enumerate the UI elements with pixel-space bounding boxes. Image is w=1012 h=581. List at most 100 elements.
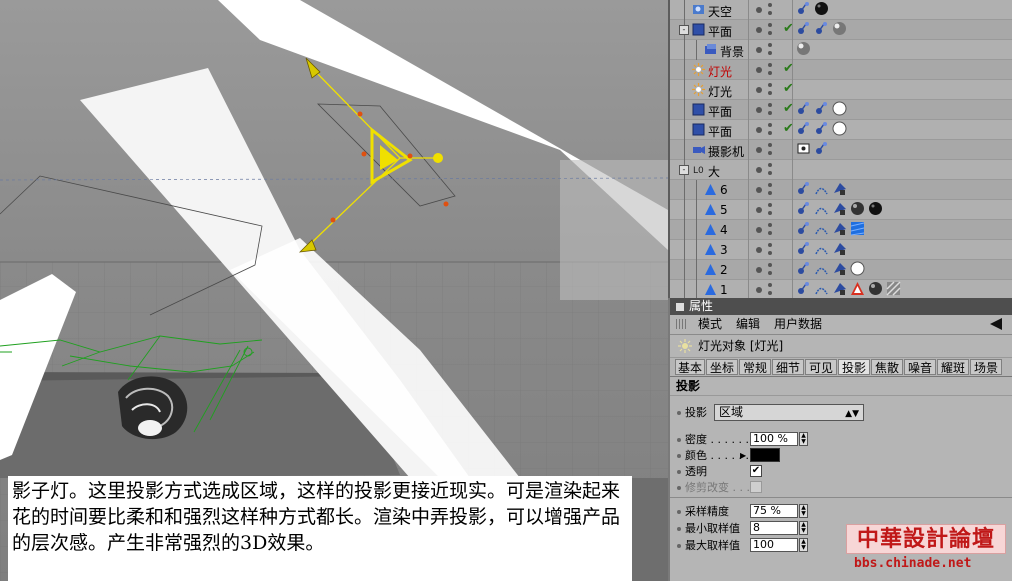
render-visibility-dot[interactable]: [768, 191, 772, 195]
visibility-dots[interactable]: [754, 123, 780, 137]
texture-tag-icon[interactable]: [796, 261, 811, 276]
render-visibility-dot[interactable]: [768, 51, 772, 55]
object-name[interactable]: 天空: [708, 3, 732, 20]
render-visibility-dot[interactable]: [768, 91, 772, 95]
render-visibility-dot[interactable]: [768, 43, 772, 47]
object-name[interactable]: 平面: [708, 23, 732, 40]
visibility-dots[interactable]: [754, 23, 780, 37]
compositing-tag-icon[interactable]: [832, 181, 847, 196]
render-visibility-dot[interactable]: [768, 123, 772, 127]
attribute-tab[interactable]: 投影: [838, 359, 870, 375]
panel-collapse-icon[interactable]: [676, 302, 684, 311]
render-visibility-dot[interactable]: [768, 203, 772, 207]
texture-tag-icon[interactable]: [796, 201, 811, 216]
density-stepper[interactable]: ▲ ▼: [799, 432, 808, 446]
object-row[interactable]: 1: [670, 280, 1012, 300]
attribute-tab[interactable]: 可见: [805, 359, 837, 375]
render-visibility-dot[interactable]: [768, 3, 772, 7]
editor-visibility-dot[interactable]: [756, 127, 762, 133]
render-visibility-dot[interactable]: [768, 23, 772, 27]
render-visibility-dot[interactable]: [768, 223, 772, 227]
material-ball-black-icon[interactable]: [814, 1, 829, 16]
material-ball-gray-icon[interactable]: [796, 41, 811, 56]
object-manager[interactable]: 天空 - 平面 ✔ 背景 灯光 ✔ 灯光 ✔ 平面 ✔ 平面 ✔ 摄影机 - L0 大 6 5 4 3 2 1: [668, 0, 1012, 300]
min-samples-input[interactable]: 8: [750, 521, 798, 535]
editor-visibility-dot[interactable]: [756, 167, 762, 173]
editor-visibility-dot[interactable]: [756, 287, 762, 293]
material-ball-white-icon[interactable]: [832, 121, 847, 136]
attribute-tab[interactable]: 场景: [970, 359, 1002, 375]
object-name[interactable]: 5: [720, 203, 728, 217]
texture-tag-icon[interactable]: [814, 21, 829, 36]
texture-tag-icon[interactable]: [796, 1, 811, 16]
visibility-dots[interactable]: [754, 3, 780, 17]
render-visibility-dot[interactable]: [768, 283, 772, 287]
render-visibility-dot[interactable]: [768, 143, 772, 147]
compositing-tag-icon[interactable]: [832, 281, 847, 296]
texture-tag-icon[interactable]: [796, 121, 811, 136]
object-name[interactable]: 2: [720, 263, 728, 277]
attribute-tab[interactable]: 常规: [739, 359, 771, 375]
max-samples-stepper[interactable]: ▲ ▼: [799, 538, 808, 552]
phong-tag-icon[interactable]: [814, 241, 829, 256]
grip-icon[interactable]: [676, 319, 688, 329]
texture-tag-icon[interactable]: [796, 241, 811, 256]
render-visibility-dot[interactable]: [768, 11, 772, 15]
visibility-dots[interactable]: [754, 83, 780, 97]
visibility-dots[interactable]: [754, 163, 780, 177]
object-row[interactable]: - 平面 ✔: [670, 20, 1012, 40]
material-ball-black-icon[interactable]: [868, 201, 883, 216]
compositing-tag-icon[interactable]: [832, 261, 847, 276]
object-row[interactable]: 5: [670, 200, 1012, 220]
render-visibility-dot[interactable]: [768, 211, 772, 215]
object-name[interactable]: 摄影机: [708, 143, 744, 160]
editor-visibility-dot[interactable]: [756, 67, 762, 73]
texture-tag-icon[interactable]: [796, 21, 811, 36]
shadow-type-select[interactable]: 区域 ▲▼: [714, 404, 864, 421]
object-row[interactable]: 天空: [670, 0, 1012, 20]
editor-visibility-dot[interactable]: [756, 147, 762, 153]
material-ball-gray-icon[interactable]: [832, 21, 847, 36]
render-visibility-dot[interactable]: [768, 231, 772, 235]
render-visibility-dot[interactable]: [768, 243, 772, 247]
object-name[interactable]: 1: [720, 283, 728, 297]
render-visibility-dot[interactable]: [768, 183, 772, 187]
render-visibility-dot[interactable]: [768, 163, 772, 167]
attribute-tab[interactable]: 基本: [675, 359, 705, 375]
attribute-tab[interactable]: 坐标: [706, 359, 738, 375]
collapse-icon[interactable]: -: [679, 165, 689, 175]
editor-visibility-dot[interactable]: [756, 87, 762, 93]
render-visibility-dot[interactable]: [768, 31, 772, 35]
phong-tag-icon[interactable]: [814, 281, 829, 296]
expand-arrow-icon[interactable]: ▶: [740, 447, 746, 464]
compositing-tag-icon[interactable]: [832, 201, 847, 216]
object-name[interactable]: 6: [720, 183, 728, 197]
object-row[interactable]: 6: [670, 180, 1012, 200]
min-samples-stepper[interactable]: ▲ ▼: [799, 521, 808, 535]
object-name[interactable]: 灯光: [708, 63, 732, 80]
editor-visibility-dot[interactable]: [756, 7, 762, 13]
object-name[interactable]: 灯光: [708, 83, 732, 100]
object-row[interactable]: 平面 ✔: [670, 120, 1012, 140]
texture-tag-icon[interactable]: [796, 101, 811, 116]
object-row[interactable]: 背景: [670, 40, 1012, 60]
render-visibility-dot[interactable]: [768, 83, 772, 87]
compositing-tag-icon[interactable]: [832, 221, 847, 236]
editor-visibility-dot[interactable]: [756, 27, 762, 33]
render-visibility-dot[interactable]: [768, 171, 772, 175]
texture-tag-icon[interactable]: [814, 121, 829, 136]
texture-tag-icon[interactable]: [796, 281, 811, 296]
visibility-dots[interactable]: [754, 143, 780, 157]
camera-tag-icon[interactable]: [796, 141, 811, 156]
menu-edit[interactable]: 编辑: [736, 315, 760, 334]
material-ball-white-icon[interactable]: [832, 101, 847, 116]
attribute-tab[interactable]: 噪音: [904, 359, 936, 375]
phong-tag-icon[interactable]: [814, 261, 829, 276]
object-row[interactable]: 3: [670, 240, 1012, 260]
texture-tag-icon[interactable]: [814, 101, 829, 116]
visibility-dots[interactable]: [754, 103, 780, 117]
object-name[interactable]: 平面: [708, 103, 732, 120]
editor-visibility-dot[interactable]: [756, 227, 762, 233]
render-visibility-dot[interactable]: [768, 111, 772, 115]
clip-change-checkbox[interactable]: [750, 481, 762, 493]
